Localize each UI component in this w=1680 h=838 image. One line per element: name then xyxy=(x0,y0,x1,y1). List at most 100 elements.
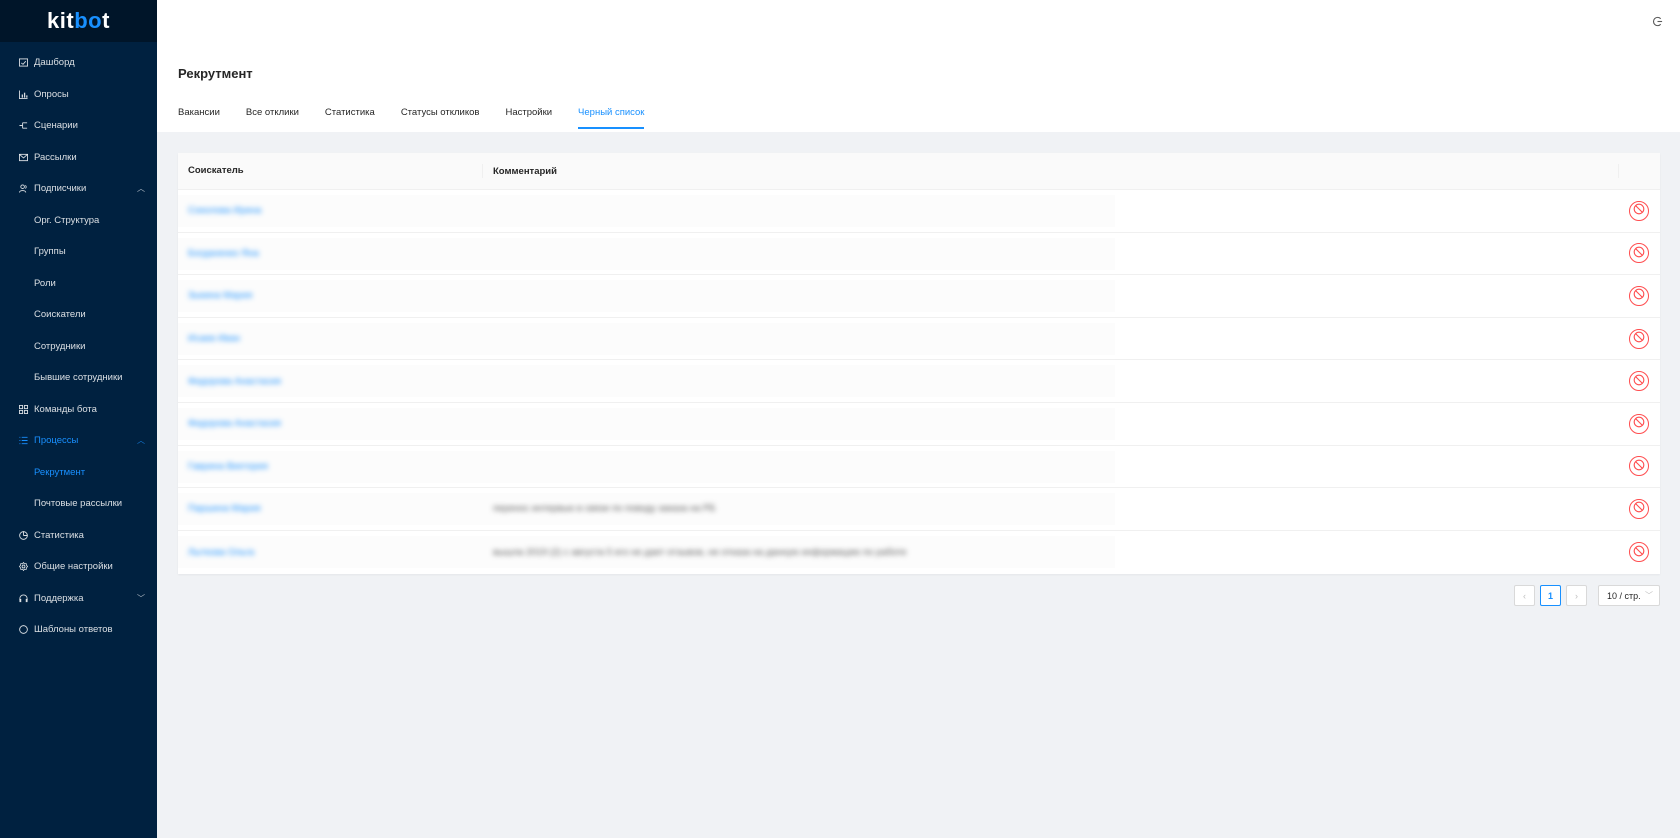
ban-icon xyxy=(1633,545,1645,560)
chevron-down-icon: ﹀ xyxy=(137,593,145,603)
blacklist-table: Соискатель Комментарий Соколова Ирина Бо… xyxy=(178,153,1660,574)
tab-settings[interactable]: Настройки xyxy=(505,107,552,129)
applicant-link[interactable]: Гаврина Виктория xyxy=(178,461,483,472)
sidebar-item-label: Поддержка xyxy=(34,592,84,604)
sidebar-item-label: Процессы xyxy=(34,435,79,447)
pie-icon xyxy=(18,530,29,541)
sidebar-item-org-structure[interactable]: Орг. Структура xyxy=(0,205,157,237)
table-row: Исаев Иван xyxy=(178,318,1660,361)
ban-icon xyxy=(1633,246,1645,261)
applicant-link[interactable]: Богданенко Яна xyxy=(178,248,483,259)
applicant-link[interactable]: Федорова Анастасия xyxy=(178,418,483,429)
ban-icon xyxy=(1633,374,1645,389)
logout-icon[interactable] xyxy=(1650,14,1664,28)
headset-icon xyxy=(18,593,29,604)
sidebar-item-polls[interactable]: Опросы xyxy=(0,79,157,111)
table-row: Соколова Ирина xyxy=(178,190,1660,233)
sidebar-item-label: Опросы xyxy=(34,88,69,100)
dashboard-icon xyxy=(18,57,29,68)
sidebar-item-roles[interactable]: Роли xyxy=(0,268,157,300)
unblock-button[interactable] xyxy=(1629,328,1649,349)
sidebar-item-label: Шаблоны ответов xyxy=(34,624,113,636)
list-icon xyxy=(18,435,29,446)
next-page-button[interactable]: › xyxy=(1566,585,1587,606)
sidebar-item-label: Команды бота xyxy=(34,403,97,415)
unblock-button[interactable] xyxy=(1629,371,1649,392)
unblock-button[interactable] xyxy=(1629,285,1649,306)
sidebar-item-label: Общие настройки xyxy=(34,561,113,573)
sidebar-item-groups[interactable]: Группы xyxy=(0,236,157,268)
table-row: Федорова Анастасия xyxy=(178,360,1660,403)
page-size-value: 10 / стр. xyxy=(1607,590,1641,601)
sidebar-item-general-settings[interactable]: Общие настройки xyxy=(0,551,157,583)
unblock-button[interactable] xyxy=(1629,456,1649,477)
top-header xyxy=(157,0,1680,42)
sidebar-item-dashboard[interactable]: Дашборд xyxy=(0,47,157,79)
column-header-comment[interactable]: Комментарий xyxy=(483,166,1618,177)
column-header-action xyxy=(1618,164,1660,178)
unblock-button[interactable] xyxy=(1629,542,1649,563)
sidebar-item-label: Группы xyxy=(34,246,66,258)
applicant-link[interactable]: Зыкина Мария xyxy=(178,290,483,301)
mail-icon xyxy=(18,152,29,163)
table-row: Зыкина Мария xyxy=(178,275,1660,318)
applicant-link[interactable]: Исаев Иван xyxy=(178,333,483,344)
sidebar-item-applicants[interactable]: Соискатели xyxy=(0,299,157,331)
chevron-down-icon: ﹀ xyxy=(1645,591,1653,600)
sidebar-item-former-employees[interactable]: Бывшие сотрудники xyxy=(0,362,157,394)
prev-page-button[interactable]: ‹ xyxy=(1514,585,1535,606)
table-row: Паршина Мария перенос интервью в связи п… xyxy=(178,488,1660,531)
applicant-link[interactable]: Паршина Мария xyxy=(178,503,483,514)
unblock-button[interactable] xyxy=(1629,200,1649,221)
ban-icon xyxy=(1633,203,1645,218)
applicant-link[interactable]: Федорова Анастасия xyxy=(178,376,483,387)
table-row: Лыткова Ольга вышла 2019 (2) с августа 5… xyxy=(178,531,1660,574)
tab-response-statuses[interactable]: Статусы откликов xyxy=(401,107,480,129)
table-row: Гаврина Виктория xyxy=(178,446,1660,489)
page-size-select[interactable]: 10 / стр. ﹀ xyxy=(1598,585,1660,606)
unblock-button[interactable] xyxy=(1629,498,1649,519)
sidebar-item-scenarios[interactable]: Сценарии xyxy=(0,110,157,142)
comment-text: перенос интервью в связи по поводу заказ… xyxy=(493,503,716,515)
sidebar-item-label: Подписчики xyxy=(34,183,87,195)
ban-icon xyxy=(1633,331,1645,346)
sidebar-item-mail-campaigns[interactable]: Почтовые рассылки xyxy=(0,488,157,520)
table-row: Богданенко Яна xyxy=(178,233,1660,276)
sidebar-item-bot-commands[interactable]: Команды бота xyxy=(0,394,157,426)
tab-blacklist[interactable]: Черный список xyxy=(578,107,645,129)
applicant-link[interactable]: Соколова Ирина xyxy=(178,205,483,216)
sidebar-item-label: Соискатели xyxy=(34,309,86,321)
sidebar-item-label: Орг. Структура xyxy=(34,214,100,226)
column-header-applicant[interactable]: Соискатель xyxy=(178,164,483,178)
sidebar-item-subscribers[interactable]: Подписчики ︿ xyxy=(0,173,157,205)
page-button-current[interactable]: 1 xyxy=(1540,585,1561,606)
sidebar-item-employees[interactable]: Сотрудники xyxy=(0,331,157,363)
sidebar-item-label: Почтовые рассылки xyxy=(34,498,123,510)
tab-vacancies[interactable]: Вакансии xyxy=(178,107,220,129)
sidebar-item-recruitment[interactable]: Рекрутмент xyxy=(0,457,157,489)
sidebar-item-processes[interactable]: Процессы ︿ xyxy=(0,425,157,457)
logo-accent: bo xyxy=(74,8,103,33)
logo[interactable]: kitbot xyxy=(0,0,157,42)
unblock-button[interactable] xyxy=(1629,243,1649,264)
logo-text: kitbot xyxy=(47,8,110,34)
sidebar-item-mailings[interactable]: Рассылки xyxy=(0,142,157,174)
ban-icon xyxy=(1633,288,1645,303)
sidebar-item-label: Рассылки xyxy=(34,151,77,163)
tab-statistics[interactable]: Статистика xyxy=(325,107,375,129)
grid-icon xyxy=(18,404,29,415)
sidebar-item-label: Бывшие сотрудники xyxy=(34,372,123,384)
ban-icon xyxy=(1633,459,1645,474)
table-row: Федорова Анастасия xyxy=(178,403,1660,446)
tab-all-responses[interactable]: Все отклики xyxy=(246,107,299,129)
comment-text: вышла 2019 (2) с августа 5 его не дает о… xyxy=(493,546,907,558)
sidebar-item-statistics[interactable]: Статистика xyxy=(0,520,157,552)
logo-suffix: t xyxy=(102,8,110,33)
sidebar-item-support[interactable]: Поддержка ﹀ xyxy=(0,583,157,615)
applicant-link[interactable]: Лыткова Ольга xyxy=(178,547,483,558)
sidebar-item-answer-templates[interactable]: Шаблоны ответов xyxy=(0,614,157,646)
flow-icon xyxy=(18,120,29,131)
sidebar: kitbot Дашборд Опросы Сценарии Рассылки … xyxy=(0,0,157,838)
page-header: Рекрутмент Вакансии Все отклики Статисти… xyxy=(157,42,1680,132)
unblock-button[interactable] xyxy=(1629,413,1649,434)
